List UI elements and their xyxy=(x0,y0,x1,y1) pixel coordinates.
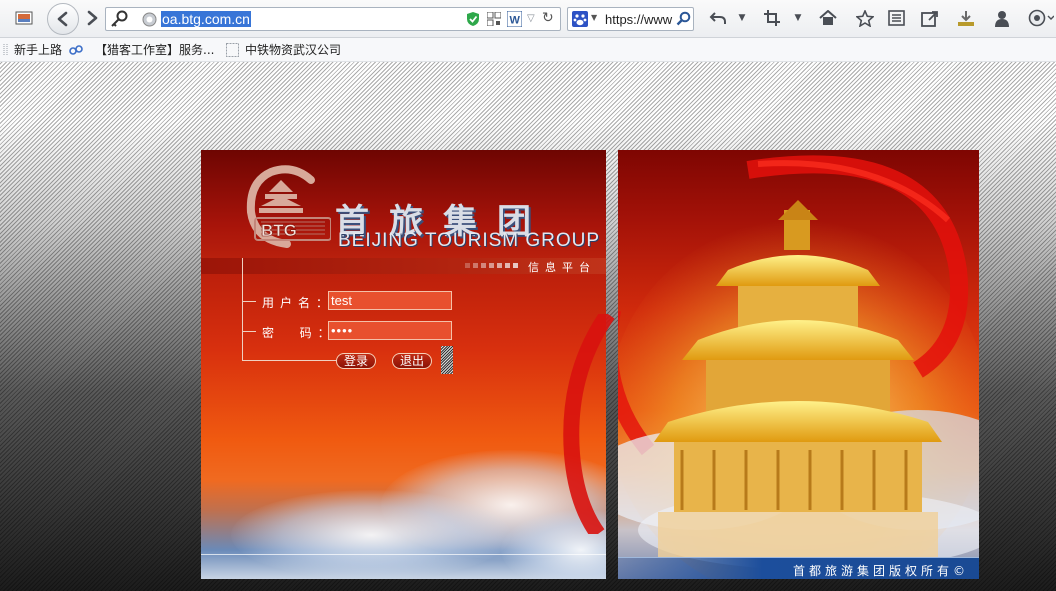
home-icon[interactable] xyxy=(816,6,840,30)
form-bracket xyxy=(242,331,256,332)
form-bracket xyxy=(242,301,256,302)
login-button[interactable]: 登录 xyxy=(336,353,376,369)
search-box[interactable]: ▼ https://www xyxy=(567,7,694,31)
crop-icon[interactable] xyxy=(760,6,784,30)
temple-of-heaven-image xyxy=(618,155,979,579)
reload-icon[interactable]: ↻ xyxy=(542,10,554,26)
globe-icon xyxy=(142,12,157,30)
username-input[interactable]: test xyxy=(328,291,452,310)
site-identity-icon[interactable] xyxy=(12,6,36,30)
key-icon[interactable] xyxy=(109,10,129,31)
copyright-bar: 首都旅游集团版权所有© xyxy=(618,557,979,579)
address-bar[interactable]: oa.btg.com.cn W ▽ ↻ xyxy=(105,7,561,31)
back-icon xyxy=(57,11,68,27)
bookmark-item[interactable]: 中铁物资武汉公司 xyxy=(245,42,341,58)
copyright-text: 首都旅游集团版权所有© xyxy=(792,564,969,578)
bookmark-folder-icon xyxy=(3,44,11,59)
download-icon[interactable] xyxy=(954,6,978,30)
share-icon[interactable] xyxy=(918,6,942,30)
url-text[interactable]: oa.btg.com.cn xyxy=(161,11,251,27)
ribbon-decoration xyxy=(563,314,615,534)
brand-header: BTG 首旅集团 BEIJING TOURISM GROUP xyxy=(201,150,606,258)
bookmark-item[interactable]: 【猎客工作室】服务... xyxy=(95,42,214,58)
btg-logo-icon: BTG xyxy=(246,165,331,248)
panel-footer xyxy=(201,554,606,579)
divider-decoration xyxy=(441,346,453,374)
bookmarks-bar: 新手上路 【猎客工作室】服务... 中铁物资武汉公司 xyxy=(0,38,1056,62)
logo-text: BTG xyxy=(261,221,297,240)
search-icon[interactable] xyxy=(676,11,691,29)
info-strip: 信息平台 xyxy=(201,258,606,274)
forward-button[interactable] xyxy=(80,6,104,30)
username-label: 用户名： xyxy=(262,296,335,310)
bookmark-item[interactable]: 新手上路 xyxy=(14,42,62,58)
shield-icon[interactable] xyxy=(466,11,480,30)
temple-panel: 首都旅游集团版权所有© xyxy=(618,150,979,579)
password-label: 密 码： xyxy=(262,326,336,340)
menu-icon[interactable] xyxy=(1026,6,1056,30)
qr-icon[interactable] xyxy=(486,11,502,29)
search-input[interactable]: https://www xyxy=(605,12,673,27)
forward-icon xyxy=(87,10,98,26)
page-background: BTG 首旅集团 BEIJING TOURISM GROUP 信息平台 用户名：… xyxy=(0,62,1056,591)
reader-icon[interactable] xyxy=(884,6,908,30)
undo-dropdown-icon[interactable]: ▼ xyxy=(730,6,754,30)
undo-icon[interactable] xyxy=(706,6,730,30)
svg-text:W: W xyxy=(510,15,521,27)
word-icon[interactable]: W xyxy=(506,10,523,30)
baidu-icon[interactable] xyxy=(572,11,588,30)
back-button[interactable] xyxy=(47,3,79,35)
star-icon[interactable] xyxy=(853,6,877,30)
password-input[interactable]: •••• xyxy=(328,321,452,340)
bookmark-link-icon xyxy=(69,44,83,59)
info-platform-label: 信息平台 xyxy=(528,261,596,274)
exit-button[interactable]: 退出 xyxy=(392,353,432,369)
brand-name-en: BEIJING TOURISM GROUP xyxy=(338,230,601,251)
browser-toolbar: oa.btg.com.cn W ▽ ↻ ▼ https://www ▼ ▼ xyxy=(0,0,1056,38)
dropdown-icon[interactable]: ▽ xyxy=(527,13,535,24)
login-panel: BTG 首旅集团 BEIJING TOURISM GROUP 信息平台 用户名：… xyxy=(201,150,606,579)
form-bracket xyxy=(242,360,345,361)
crop-dropdown-icon[interactable]: ▼ xyxy=(786,6,810,30)
form-bracket xyxy=(242,258,243,361)
user-icon[interactable] xyxy=(990,6,1014,30)
chevron-down-icon[interactable]: ▼ xyxy=(591,13,597,22)
page-icon xyxy=(226,43,239,60)
